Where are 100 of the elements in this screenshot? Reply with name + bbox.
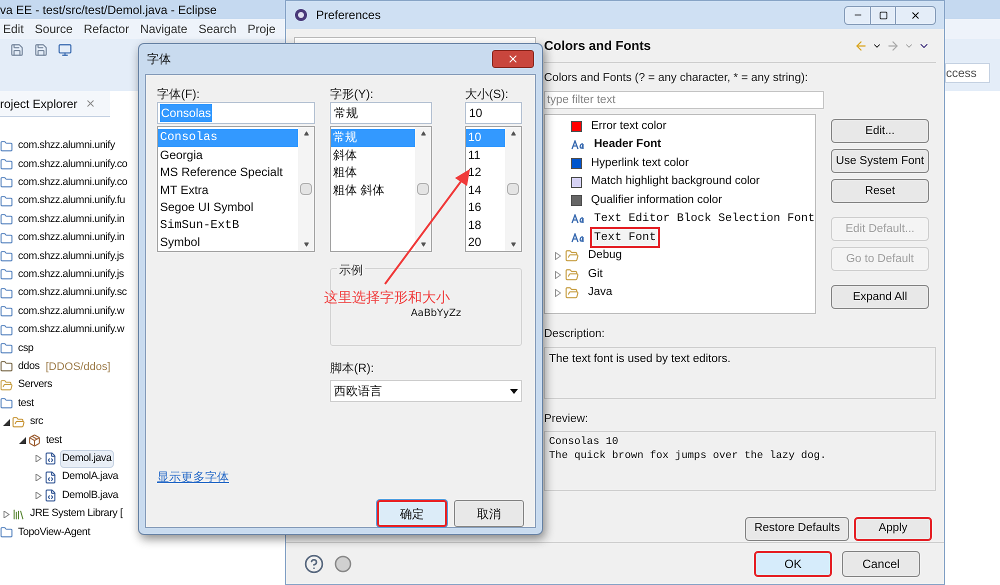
vertical-scrollbar[interactable] <box>505 127 521 251</box>
list-option[interactable]: MS Reference Specialt <box>158 164 298 182</box>
tree-item[interactable]: JRE System Library [ <box>28 505 125 523</box>
project-folder-icon <box>0 158 13 172</box>
collapsed-arrow-icon[interactable] <box>2 510 10 518</box>
folder-icon <box>565 286 579 300</box>
tree-item[interactable]: com.shzz.alumni.unify.in <box>16 210 126 229</box>
side-button[interactable]: Expand All <box>831 285 929 310</box>
text-field[interactable]: 10 <box>465 102 522 124</box>
list-option[interactable]: 粗体 <box>331 164 415 182</box>
tree-item[interactable]: test <box>16 394 36 413</box>
tree-item[interactable]: com.shzz.alumni.unify.co <box>16 156 130 174</box>
collapsed-arrow-icon[interactable] <box>34 492 42 500</box>
dialog-button[interactable]: Cancel <box>842 550 920 576</box>
filter-field[interactable]: type filter text <box>544 91 824 110</box>
scroll-up-arrow-icon[interactable] <box>420 131 426 136</box>
folder-icon <box>565 249 579 263</box>
menu-item[interactable]: Refactor <box>84 20 130 38</box>
menu-item[interactable]: Search <box>198 20 236 38</box>
library-icon <box>12 508 25 520</box>
tree-item[interactable]: DemolB.java <box>60 486 120 504</box>
scroll-thumb[interactable] <box>507 183 519 195</box>
side-button[interactable]: Use System Font <box>831 149 929 174</box>
quick-access-field[interactable]: ccess <box>945 63 990 83</box>
page-button[interactable]: Apply <box>854 516 932 541</box>
list-option[interactable]: 14 <box>466 182 505 199</box>
list-option[interactable]: Georgia <box>158 146 298 164</box>
scroll-thumb[interactable] <box>417 183 429 195</box>
expanded-arrow-icon[interactable] <box>2 418 10 426</box>
list-option[interactable]: SimSun-ExtB <box>158 216 298 234</box>
font-icon <box>571 140 585 150</box>
menu-item[interactable]: Source <box>34 20 73 38</box>
help-icon[interactable] <box>304 554 324 574</box>
tree-item[interactable]: Text Font <box>590 226 660 248</box>
project-folder-icon <box>0 286 13 300</box>
filter-label: Colors and Fonts (? = any character, * = any string): <box>544 71 809 86</box>
save-icon[interactable] <box>10 43 24 57</box>
folder-icon <box>0 378 13 392</box>
side-button[interactable]: Reset <box>831 179 929 204</box>
list-option[interactable]: MT Extra <box>158 182 298 199</box>
vertical-scrollbar[interactable] <box>415 127 431 251</box>
menu-item[interactable]: Edit <box>3 20 24 38</box>
script-select[interactable]: 西欧语言 <box>330 380 522 402</box>
tree-item[interactable]: com.shzz.alumni.unify.fu <box>16 192 127 210</box>
tree-item[interactable]: test <box>44 432 64 450</box>
project-folder-icon <box>0 268 13 282</box>
vertical-scrollbar[interactable] <box>298 127 314 251</box>
scroll-thumb[interactable] <box>300 183 312 195</box>
tree-item[interactable]: com.shzz.alumni.unify.js <box>16 248 126 266</box>
window-title: va EE - test/src/test/Demol.java - Eclipse <box>0 2 217 18</box>
project-folder-icon <box>0 526 13 539</box>
scroll-down-arrow-icon[interactable] <box>304 242 308 247</box>
list-option[interactable]: 16 <box>466 199 505 216</box>
list-option[interactable]: Symbol <box>158 234 298 251</box>
scroll-down-arrow-icon[interactable] <box>510 242 516 247</box>
list-option[interactable]: 18 <box>466 216 505 234</box>
tree-item[interactable]: DemolA.java <box>60 468 120 486</box>
tree-item[interactable]: ddos <box>16 358 42 376</box>
tree-item[interactable]: com.shzz.alumni.unify.w <box>16 302 126 321</box>
project-folder-icon <box>0 140 13 153</box>
scroll-down-arrow-icon[interactable] <box>420 242 426 247</box>
collapsed-arrow-icon[interactable] <box>34 474 42 481</box>
close-icon[interactable] <box>85 98 96 109</box>
list-option[interactable]: Segoe UI Symbol <box>158 199 298 216</box>
monitor-icon[interactable] <box>58 43 72 57</box>
collapsed-arrow-icon[interactable] <box>34 455 42 462</box>
dialog-button[interactable]: OK <box>754 550 832 576</box>
dialog-button[interactable]: 确定 <box>377 500 447 527</box>
list-option[interactable]: 20 <box>466 234 505 251</box>
menu-item[interactable]: Navigate <box>140 20 188 38</box>
project-folder-icon <box>0 324 13 337</box>
scroll-up-arrow-icon[interactable] <box>304 131 308 136</box>
tree-item[interactable]: com.shzz.alumni.unify.in <box>16 229 126 248</box>
tree-item[interactable]: Servers <box>16 376 54 394</box>
record-icon[interactable] <box>334 554 352 572</box>
expanded-arrow-icon[interactable] <box>18 436 26 444</box>
tree-item[interactable]: Demol.java <box>60 450 114 468</box>
tree-item[interactable]: com.shzz.alumni.unify.co <box>16 174 130 192</box>
list-option[interactable]: 11 <box>466 146 505 164</box>
description-box: The text font is used by text editors. <box>544 346 936 398</box>
tree-item[interactable]: csp <box>16 340 36 358</box>
tree-item[interactable]: TopoView-Agent <box>16 524 92 542</box>
close-button[interactable] <box>492 50 534 68</box>
tree-item[interactable]: src <box>28 413 46 431</box>
list-option[interactable]: 粗体 斜体 <box>331 182 415 199</box>
list-option[interactable]: 斜体 <box>331 146 415 164</box>
tree-item[interactable]: com.shzz.alumni.unify <box>16 137 117 156</box>
menu-item[interactable]: Proje <box>247 20 276 38</box>
save-all-icon[interactable] <box>34 43 48 57</box>
scroll-up-arrow-icon[interactable] <box>510 131 516 136</box>
tree-item[interactable]: com.shzz.alumni.unify.sc <box>16 284 129 302</box>
dialog-button[interactable]: 取消 <box>454 500 524 527</box>
font-icon <box>571 214 585 224</box>
page-button[interactable]: Restore Defaults <box>745 516 849 541</box>
tree-item[interactable]: com.shzz.alumni.unify.js <box>16 266 126 284</box>
more-fonts-link[interactable]: 显示更多字体 <box>157 468 229 486</box>
field-label: 大小(S): <box>465 86 510 101</box>
tree-item[interactable]: com.shzz.alumni.unify.w <box>16 321 126 339</box>
side-button[interactable]: Edit... <box>831 119 929 144</box>
text-field[interactable]: 常规 <box>330 102 432 124</box>
